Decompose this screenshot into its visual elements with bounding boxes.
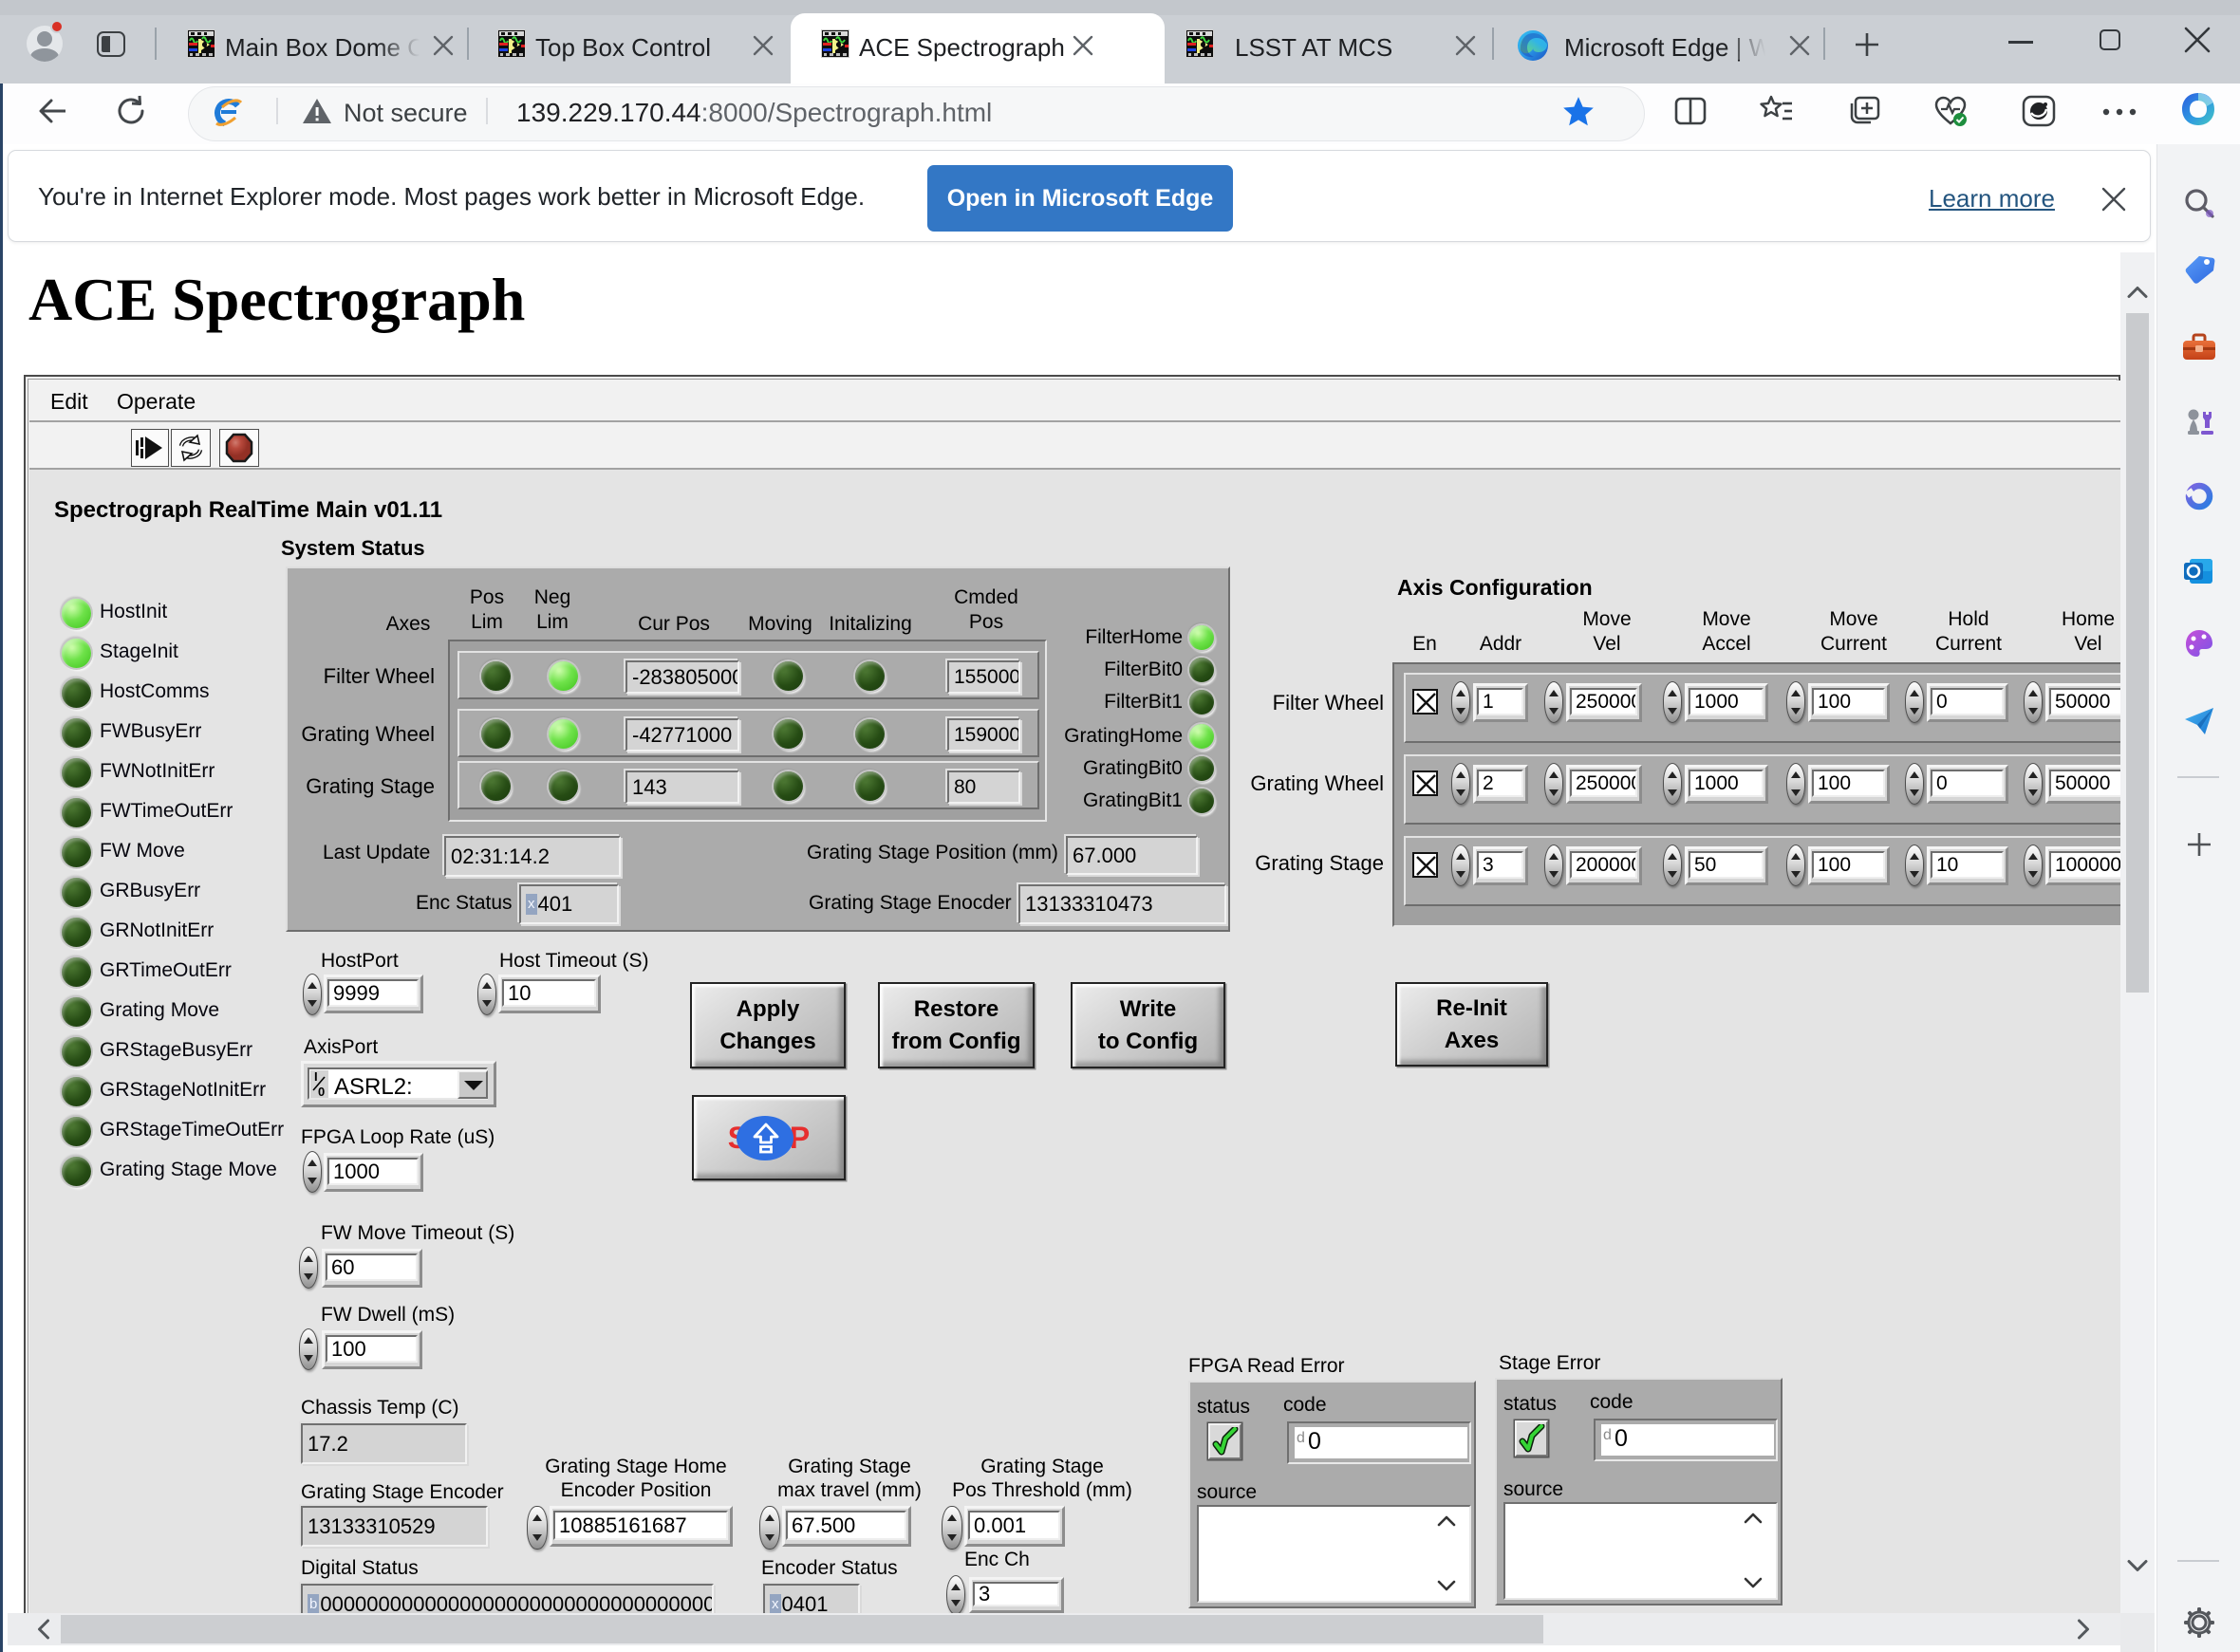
- svg-text:I: I: [314, 1070, 318, 1084]
- svg-text:0: 0: [318, 1085, 325, 1098]
